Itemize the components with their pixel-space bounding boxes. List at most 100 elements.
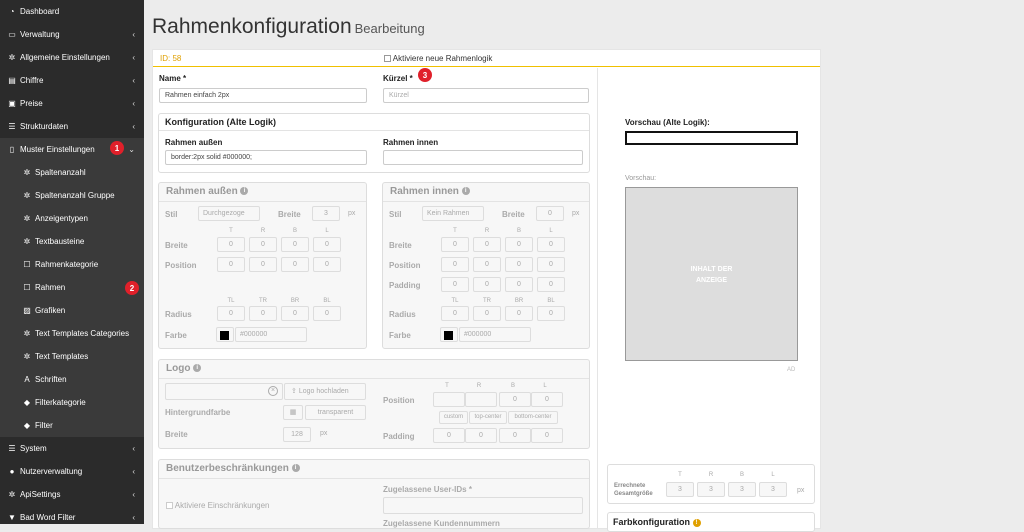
value-input[interactable]: 0 (473, 237, 501, 252)
calc-col-label: L (771, 472, 775, 478)
sidebar-item[interactable]: ◆ Filterkategorie (0, 391, 144, 414)
kuerzel-label: Kürzel * (383, 74, 413, 83)
radius-input[interactable]: 0 (217, 306, 245, 321)
farbe-input[interactable]: #000000 (459, 327, 531, 342)
sidebar-item[interactable]: ✲ Text Templates (0, 345, 144, 368)
sidebar-item[interactable]: ✲ Spaltenanzahl (0, 161, 144, 184)
logo-file-input[interactable] (165, 383, 283, 400)
name-label: Name * (159, 74, 187, 83)
sidebar-item[interactable]: ▣ Preise ‹ (0, 92, 144, 115)
image-icon: ▨ (23, 306, 31, 315)
clear-icon[interactable]: × (268, 386, 278, 396)
value-input[interactable]: 0 (505, 237, 533, 252)
sidebar-item[interactable]: ☐ Rahmenkategorie (0, 253, 144, 276)
stil-select[interactable]: Durchgezoge (198, 206, 260, 221)
radius-input[interactable]: 0 (441, 306, 469, 321)
sidebar-item[interactable]: ☰ Strukturdaten ‹ (0, 115, 144, 138)
rahmen-aussen-input[interactable]: border:2px solid #000000; (165, 150, 367, 165)
sidebar-item-label: System (20, 444, 47, 453)
sidebar-item[interactable]: A Schriften (0, 368, 144, 391)
sidebar-item[interactable]: ☰ System ‹ (0, 437, 144, 460)
row-label: Position (165, 261, 197, 270)
sidebar-item[interactable]: ● Nutzerverwaltung ‹ (0, 460, 144, 483)
info-icon: i (461, 187, 470, 196)
position-input[interactable]: 0 (499, 392, 531, 407)
radius-col-label: TR (259, 298, 267, 304)
value-input[interactable]: 0 (505, 277, 533, 292)
sidebar-item[interactable]: ✲ Text Templates Categories (0, 322, 144, 345)
chevron-icon: ‹ (132, 444, 135, 453)
farbe-label: Farbe (389, 331, 411, 340)
position-button[interactable]: custom (439, 411, 468, 424)
value-input[interactable]: 0 (505, 257, 533, 272)
radius-input[interactable]: 0 (537, 306, 565, 321)
value-input[interactable]: 0 (473, 257, 501, 272)
radius-input[interactable]: 0 (473, 306, 501, 321)
sidebar-item[interactable]: ✲ Spaltenanzahl Gruppe (0, 184, 144, 207)
rahmen-innen-input[interactable] (383, 150, 583, 165)
breite-input[interactable]: 3 (312, 206, 340, 221)
value-input[interactable]: 0 (217, 237, 245, 252)
position-input[interactable] (433, 392, 465, 407)
value-input[interactable]: 0 (537, 277, 565, 292)
hintergrund-input[interactable]: transparent (305, 405, 366, 420)
sidebar-item[interactable]: ◆ Filter (0, 414, 144, 437)
sidebar-item[interactable]: ▼ Bad Word Filter ‹ (0, 506, 144, 529)
logo-breite-input[interactable]: 128 (283, 427, 311, 442)
sidebar-item-label: Textbausteine (35, 237, 85, 246)
sidebar-item[interactable]: ✲ Anzeigentypen (0, 207, 144, 230)
breite-input[interactable]: 0 (536, 206, 564, 221)
value-input[interactable]: 0 (249, 257, 277, 272)
value-input[interactable]: 0 (537, 237, 565, 252)
color-picker-icon[interactable]: ▦ (283, 405, 303, 420)
value-input[interactable]: 0 (281, 257, 309, 272)
radius-input[interactable]: 0 (505, 306, 533, 321)
position-button[interactable]: bottom-center (508, 411, 558, 424)
activate-restrictions[interactable]: Aktiviere Einschränkungen (166, 501, 270, 510)
radius-input[interactable]: 0 (281, 306, 309, 321)
sidebar-item[interactable]: ◔ Dashboard (0, 0, 144, 23)
sidebar-item[interactable]: ☐ Rahmen (0, 276, 144, 299)
new-logic-checkbox[interactable] (384, 55, 391, 63)
value-input[interactable]: 0 (441, 237, 469, 252)
stil-select[interactable]: Kein Rahmen (422, 206, 484, 221)
padding-input[interactable]: 0 (433, 428, 465, 443)
gear-icon: ✲ (23, 168, 31, 177)
value-input[interactable]: 0 (473, 277, 501, 292)
radius-input[interactable]: 0 (249, 306, 277, 321)
sidebar-item[interactable]: ✲ Textbausteine (0, 230, 144, 253)
logo-upload-label: Logo hochladen (298, 388, 349, 395)
preview-old-label: Vorschau (Alte Logik): (625, 118, 710, 127)
new-logic-option[interactable]: Aktiviere neue Rahmenlogik (384, 54, 492, 63)
name-input[interactable]: Rahmen einfach 2px (159, 88, 367, 103)
value-input[interactable]: 0 (313, 237, 341, 252)
value-input[interactable]: 0 (281, 237, 309, 252)
value-input[interactable]: 0 (217, 257, 245, 272)
restrictions-checkbox[interactable] (166, 502, 173, 510)
value-input[interactable]: 0 (441, 257, 469, 272)
padding-input[interactable]: 0 (499, 428, 531, 443)
value-input[interactable]: 0 (441, 277, 469, 292)
gear-icon: ✲ (23, 329, 31, 338)
position-input[interactable]: 0 (531, 392, 563, 407)
logo-upload-button[interactable]: ⇪ Logo hochladen (284, 383, 366, 400)
value-input[interactable]: 0 (313, 257, 341, 272)
position-button[interactable]: top-center (469, 411, 507, 424)
calc-value: 3 (666, 482, 694, 497)
position-input[interactable] (465, 392, 497, 407)
annotation-badge-1: 1 (110, 141, 124, 155)
sidebar-item[interactable]: ✲ Allgemeine Einstellungen ‹ (0, 46, 144, 69)
value-input[interactable]: 0 (537, 257, 565, 272)
farbe-input[interactable]: #000000 (235, 327, 307, 342)
padding-input[interactable]: 0 (465, 428, 497, 443)
value-input[interactable]: 0 (249, 237, 277, 252)
sidebar-item[interactable]: ▤ Chiffre ‹ (0, 69, 144, 92)
sidebar-item[interactable]: ✲ ApiSettings ‹ (0, 483, 144, 506)
padding-input[interactable]: 0 (531, 428, 563, 443)
kuerzel-input[interactable]: Kürzel (383, 88, 589, 103)
sidebar-item[interactable]: ▭ Verwaltung ‹ (0, 23, 144, 46)
chevron-icon: ‹ (132, 30, 135, 39)
sidebar-item[interactable]: ▨ Grafiken (0, 299, 144, 322)
radius-input[interactable]: 0 (313, 306, 341, 321)
user-ids-input[interactable] (383, 497, 583, 514)
